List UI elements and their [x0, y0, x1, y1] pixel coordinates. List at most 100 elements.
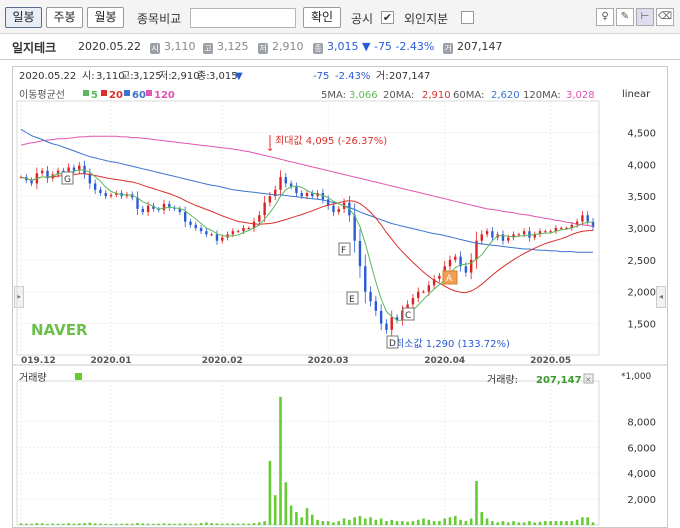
- volume-bar: [464, 521, 468, 525]
- price-tick-label: 2,000: [627, 288, 656, 299]
- volume-bar: [475, 480, 478, 525]
- marker-c[interactable]: C: [402, 307, 415, 321]
- volume-bar: [93, 523, 97, 525]
- crosshair-icon[interactable]: ⊢: [636, 8, 654, 26]
- volume-bar: [252, 523, 256, 525]
- volume-bar: [67, 523, 70, 525]
- candle-body: [162, 203, 166, 211]
- svg-text:×: ×: [585, 375, 592, 384]
- volume-bar: [289, 505, 293, 525]
- candle-body: [522, 231, 526, 235]
- header-arrow: ▼: [235, 71, 243, 82]
- svg-text:D: D: [389, 339, 396, 349]
- min-note: 최소값 1,290 (133.72%): [395, 338, 510, 350]
- volume-tick-label: 8,000: [627, 417, 656, 428]
- max-note: 최대값 4,095 (-26.37%): [275, 135, 387, 147]
- volume-bar: [411, 521, 415, 525]
- volume-bar: [427, 519, 431, 525]
- volume-bar: [109, 523, 113, 525]
- candle-body: [263, 202, 266, 216]
- volume-bar: [35, 523, 39, 525]
- candle-body: [221, 237, 224, 241]
- volume-bar: [326, 521, 330, 525]
- candle-body: [93, 183, 97, 190]
- eraser-icon[interactable]: ⌫: [656, 8, 674, 26]
- disclosure-checkbox[interactable]: ✔: [381, 11, 394, 24]
- volume-value: 거 207,147: [443, 40, 503, 54]
- volume-bar: [342, 518, 346, 525]
- monthly-button[interactable]: 월봉: [87, 7, 124, 28]
- volume-bar: [88, 522, 92, 525]
- header-low-label: 저:: [159, 70, 172, 82]
- candle-body: [379, 310, 383, 324]
- volume-bar: [438, 521, 441, 525]
- info-bar: 일지테크 2020.05.22 시 3,110 고 3,125 저 2,910 종 3,…: [0, 34, 680, 60]
- volume-bar: [575, 519, 579, 525]
- volume-bar: [130, 523, 134, 525]
- candle-body: [374, 301, 378, 311]
- close-price: 종 3,015 ▼ -75 -2.43%: [313, 40, 435, 54]
- high-price: 고 3,125: [203, 40, 249, 54]
- volume-bar: [321, 521, 325, 525]
- volume-bar: [363, 518, 367, 525]
- ma20-swatch: [101, 90, 107, 96]
- volume-bar: [416, 519, 420, 525]
- volume-bar: [83, 523, 86, 525]
- compare-label: 종목비교: [137, 12, 182, 26]
- marker-e[interactable]: E: [346, 291, 359, 305]
- marker-g[interactable]: G: [61, 171, 74, 185]
- volume-bar: [77, 523, 81, 525]
- header-date: 2020.05.22: [19, 71, 76, 82]
- scale-label[interactable]: linear: [622, 89, 651, 100]
- pen-icon[interactable]: ✎: [616, 8, 634, 26]
- volume-bar: [273, 495, 277, 525]
- compare-input[interactable]: [190, 8, 296, 28]
- volume-bar: [205, 522, 208, 525]
- header-volume-label: 거:: [376, 70, 389, 82]
- confirm-button[interactable]: 확인: [303, 7, 341, 28]
- ma120-label: 120MA:: [523, 90, 561, 101]
- low-icon: 저: [258, 43, 268, 54]
- volume-value-label: 거래량:: [487, 374, 518, 386]
- check-icon: ✔: [382, 11, 393, 24]
- volume-bar: [279, 396, 282, 525]
- ma60-label: 60MA:: [453, 90, 484, 101]
- candle-body: [417, 291, 420, 299]
- volume-bar: [284, 482, 288, 525]
- candle-body: [353, 215, 356, 241]
- candle-body: [247, 228, 250, 229]
- foreign-checkbox[interactable]: [461, 11, 474, 24]
- header-change: -75: [313, 71, 329, 82]
- chart-panel: 1,500 2,000 2,500 3,000 3,500 4,000 4,500 019.1…: [12, 66, 668, 528]
- volume-bar: [385, 521, 388, 525]
- volume-bar: [189, 523, 192, 525]
- volume-bar: [136, 523, 139, 525]
- candle-body: [242, 228, 245, 232]
- marker-a[interactable]: A: [442, 270, 458, 285]
- close-icon: 종: [313, 43, 323, 54]
- daily-button[interactable]: 일봉: [5, 7, 42, 28]
- volume-bar: [401, 521, 404, 525]
- marker-f[interactable]: F: [338, 242, 351, 256]
- volume-bar: [337, 521, 341, 525]
- ma60-value: 2,620: [491, 90, 520, 101]
- candle-body: [586, 215, 589, 222]
- candle-body: [231, 231, 235, 235]
- volume-bar: [390, 519, 394, 525]
- weekly-button[interactable]: 주봉: [46, 7, 83, 28]
- volume-bar: [215, 523, 219, 525]
- marker-d[interactable]: D: [386, 335, 399, 349]
- bulb-icon[interactable]: ♀: [596, 8, 614, 26]
- stock-date: 2020.05.22: [78, 40, 141, 53]
- candle-body: [469, 259, 473, 273]
- volume-bar: [517, 522, 521, 525]
- volume-bar: [544, 521, 547, 525]
- candle-body: [358, 240, 362, 267]
- low-price: 저 2,910: [258, 40, 304, 54]
- volume-bar: [220, 523, 224, 525]
- volume-bar: [115, 523, 118, 525]
- candle-body: [454, 256, 457, 260]
- volume-bar: [332, 522, 335, 525]
- volume-bar: [358, 515, 362, 525]
- candle-body: [305, 192, 309, 197]
